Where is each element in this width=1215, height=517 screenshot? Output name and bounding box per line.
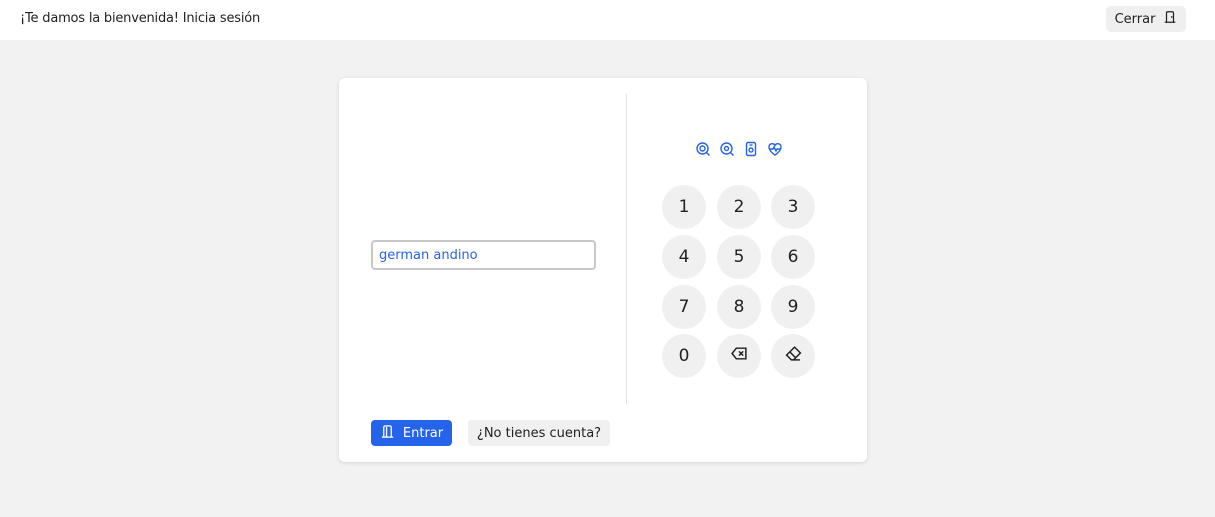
close-button[interactable]: Cerrar — [1106, 6, 1186, 32]
welcome-message: ¡Te damos la bienvenida! Inicia sesión — [20, 11, 261, 26]
login-card: 1 2 3 4 5 6 7 8 9 0 — [339, 78, 867, 462]
username-input[interactable] — [371, 240, 596, 270]
close-label: Cerrar — [1114, 11, 1156, 27]
eraser-icon — [785, 345, 802, 367]
key-6[interactable]: 6 — [771, 235, 815, 279]
key-9[interactable]: 9 — [771, 285, 815, 329]
key-8[interactable]: 8 — [717, 285, 761, 329]
signup-button[interactable]: ¿No tienes cuenta? — [468, 420, 610, 446]
key-5[interactable]: 5 — [717, 235, 761, 279]
backspace-button[interactable] — [717, 334, 761, 378]
device-icon[interactable] — [743, 141, 759, 157]
key-1[interactable]: 1 — [662, 185, 706, 229]
door-icon — [1163, 10, 1177, 28]
top-bar: ¡Te damos la bienvenida! Inicia sesión C… — [0, 0, 1215, 40]
face-id-icon[interactable] — [719, 141, 735, 157]
key-0[interactable]: 0 — [662, 334, 706, 378]
enter-label: Entrar — [402, 425, 444, 441]
key-4[interactable]: 4 — [662, 235, 706, 279]
fingerprint-icon[interactable] — [695, 141, 711, 157]
key-3[interactable]: 3 — [771, 185, 815, 229]
key-7[interactable]: 7 — [662, 285, 706, 329]
backspace-icon — [730, 345, 748, 367]
card-divider — [626, 94, 627, 404]
door-icon — [380, 424, 395, 443]
enter-button[interactable]: Entrar — [371, 420, 452, 446]
auth-method-icons — [695, 141, 791, 159]
key-2[interactable]: 2 — [717, 185, 761, 229]
clear-button[interactable] — [771, 334, 815, 378]
heart-pulse-icon[interactable] — [767, 141, 783, 157]
